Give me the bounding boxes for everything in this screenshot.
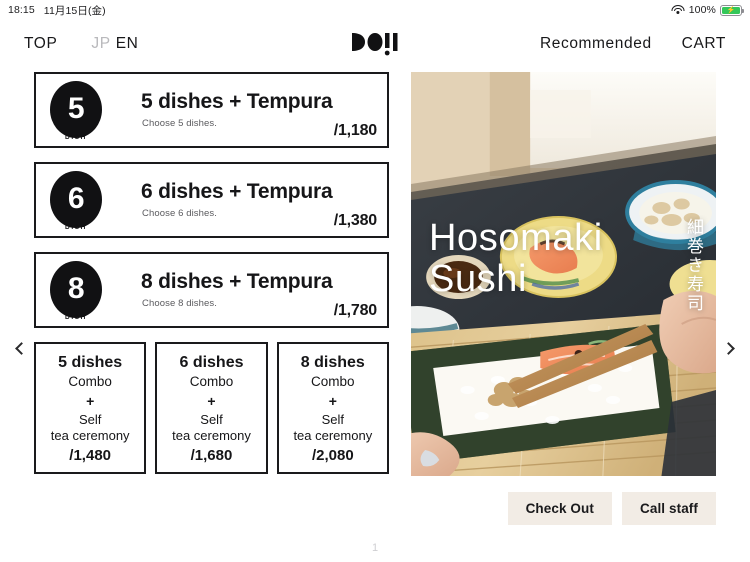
header-nav-left: TOP JP EN [24, 35, 138, 53]
dish-badge-label: DISH [65, 314, 87, 321]
combo-price: /1,480 [69, 447, 112, 464]
wifi-icon [671, 5, 685, 15]
combo-word-label: Combo [311, 374, 355, 389]
check-out-button[interactable]: Check Out [507, 492, 612, 525]
dish-price: /1,180 [333, 122, 377, 139]
combo-dishes-label: 5 dishes [58, 354, 123, 371]
nav-cart-link[interactable]: CART [682, 35, 726, 53]
status-date: 11月15日(金) [43, 4, 106, 17]
dish-title: 8 dishes + Tempura [141, 270, 333, 293]
combo-word-label: Combo [68, 374, 112, 389]
chevron-right-icon [722, 341, 735, 355]
dish-card[interactable]: 8 DISH 8 dishes + Tempura Choose 8 dishe… [34, 252, 389, 328]
carousel-prev-button[interactable] [8, 336, 32, 360]
hero-title-line1: Hosomaki [429, 217, 603, 259]
call-staff-button[interactable]: Call staff [621, 492, 716, 525]
combo-plus-symbol: + [86, 392, 95, 409]
dish-price: /1,380 [333, 212, 377, 229]
combo-list: 5 dishes Combo + Self tea ceremony /1,48… [34, 342, 389, 474]
combo-price: /1,680 [190, 447, 233, 464]
combo-word-label: Combo [189, 374, 234, 389]
combo-card[interactable]: 5 dishes Combo + Self tea ceremony /1,48… [34, 342, 147, 474]
battery-charging-icon: ⚡ [720, 4, 744, 16]
main-content: 5 DISH 5 dishes + Tempura Choose 5 dishe… [0, 68, 750, 562]
hero-title-line2: Sushi [429, 257, 528, 300]
chevron-left-icon [15, 341, 28, 355]
combo-card[interactable]: 8 dishes Combo + Self tea ceremony /2,08… [276, 342, 389, 474]
dish-subtitle: Choose 8 dishes. [142, 298, 218, 309]
combo-ceremony-label: tea ceremony [50, 428, 130, 444]
dish-badge-number: 6 [67, 181, 85, 215]
combo-card[interactable]: 6 dishes Combo + Self tea ceremony /1,68… [155, 342, 268, 474]
combo-ceremony-label: tea ceremony [293, 428, 373, 444]
dish-title: 6 dishes + Tempura [141, 180, 333, 203]
lang-jp-option[interactable]: JP [91, 35, 110, 53]
dish-card[interactable]: 6 DISH 6 dishes + Tempura Choose 6 dishe… [34, 162, 389, 238]
combo-self-label: Self [321, 411, 345, 427]
language-switcher[interactable]: JP EN [91, 35, 138, 53]
nav-top-link[interactable]: TOP [24, 35, 57, 53]
combo-price: /2,080 [311, 447, 354, 464]
header-nav-right: Recommended CART [540, 35, 726, 53]
nav-recommended-link[interactable]: Recommended [540, 35, 652, 53]
menu-list: 5 DISH 5 dishes + Tempura Choose 5 dishe… [34, 72, 389, 476]
dish-badge-label: DISH [65, 134, 87, 141]
battery-percent-label: 100% [688, 4, 716, 16]
combo-dishes-label: 8 dishes [300, 354, 365, 371]
page-indicator: 1 [371, 542, 379, 554]
combo-plus-symbol: + [207, 392, 216, 409]
app-header: TOP JP EN Recommended CART [0, 20, 750, 68]
dish-price: /1,780 [333, 302, 377, 319]
dish-subtitle: Choose 6 dishes. [142, 208, 218, 219]
dish-subtitle: Choose 5 dishes. [142, 118, 218, 129]
combo-plus-symbol: + [328, 392, 337, 409]
dish-badge-number: 8 [67, 271, 85, 305]
combo-ceremony-label: tea ceremony [172, 428, 251, 444]
dish-title: 5 dishes + Tempura [141, 90, 333, 113]
dish-badge-label: DISH [65, 224, 87, 231]
hero-title-japanese: 細巻き寿司 [683, 218, 703, 313]
status-bar: 18:15 11月15日(金) 100% ⚡ [0, 0, 750, 20]
footer-actions: Check Out Call staff [507, 492, 716, 525]
combo-self-label: Self [78, 411, 102, 427]
status-bar-left: 18:15 11月15日(金) [8, 3, 106, 18]
dish-badge: 5 [50, 81, 102, 138]
hero-title: Hosomaki Sushi [429, 218, 603, 299]
carousel-next-button[interactable] [718, 336, 742, 360]
status-time: 18:15 [8, 4, 35, 16]
dish-badge-number: 5 [67, 91, 85, 125]
menu-stage: 5 DISH 5 dishes + Tempura Choose 5 dishe… [0, 72, 750, 476]
dish-badge: 8 [50, 261, 102, 318]
status-bar-right: 100% ⚡ [671, 4, 744, 16]
combo-dishes-label: 6 dishes [179, 354, 244, 371]
dish-card[interactable]: 5 DISH 5 dishes + Tempura Choose 5 dishe… [34, 72, 389, 148]
hero-image-panel[interactable]: Hosomaki Sushi 細巻き寿司 [411, 72, 716, 476]
dish-badge: 6 [50, 171, 102, 228]
lang-en-option[interactable]: EN [116, 35, 139, 53]
brand-logo[interactable] [352, 32, 398, 56]
combo-self-label: Self [200, 411, 223, 427]
